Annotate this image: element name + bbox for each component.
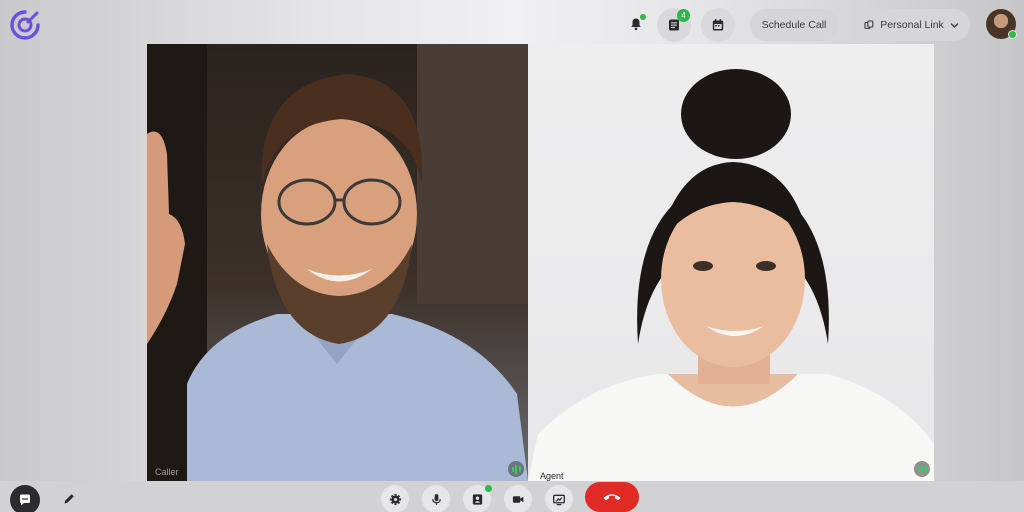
contact-button[interactable]	[463, 485, 492, 512]
schedule-call-label: Schedule Call	[761, 19, 827, 31]
notes-button[interactable]	[55, 485, 83, 512]
online-status-dot	[1008, 30, 1017, 39]
agent-label: Agent	[540, 471, 564, 481]
audio-level-icon	[914, 461, 930, 477]
link-icon	[864, 20, 874, 30]
contact-card-icon	[472, 493, 482, 505]
gear-icon	[389, 493, 401, 505]
personal-link-button[interactable]: Personal Link	[853, 9, 970, 41]
camera-button[interactable]	[504, 485, 532, 512]
microphone-button[interactable]	[422, 485, 450, 512]
agent-video-image	[528, 69, 934, 481]
pencil-icon	[64, 494, 74, 504]
calendar-icon	[712, 19, 724, 31]
messages-button[interactable]: 4	[657, 8, 691, 42]
chevron-down-icon	[950, 22, 959, 28]
notifications-button[interactable]	[619, 7, 653, 41]
app-logo-icon[interactable]	[8, 8, 42, 42]
contact-status-dot	[485, 485, 492, 492]
personal-link-label: Personal Link	[880, 19, 944, 31]
notification-dot	[640, 14, 646, 20]
chat-bubble-icon	[20, 494, 30, 506]
top-bar: 4 Schedule Call Personal Link	[0, 0, 1024, 44]
chat-button[interactable]	[10, 485, 40, 512]
calendar-button[interactable]	[701, 8, 735, 42]
end-call-button[interactable]	[585, 482, 639, 512]
call-controls-bar	[0, 481, 1024, 512]
caller-video-image	[147, 44, 528, 481]
settings-button[interactable]	[381, 485, 409, 512]
messages-badge: 4	[677, 9, 690, 22]
agent-video-tile[interactable]	[528, 44, 934, 481]
video-camera-icon	[512, 495, 524, 503]
video-stage: Caller	[147, 44, 934, 481]
user-avatar[interactable]	[986, 9, 1017, 39]
microphone-icon	[431, 493, 441, 505]
screen-share-button[interactable]	[545, 485, 573, 512]
audio-level-icon	[508, 461, 524, 477]
caller-video-tile[interactable]: Caller	[147, 44, 528, 481]
screen-share-icon	[553, 494, 565, 505]
phone-hangup-icon	[603, 494, 621, 501]
schedule-call-button[interactable]: Schedule Call	[750, 9, 838, 41]
caller-label: Caller	[155, 467, 179, 477]
